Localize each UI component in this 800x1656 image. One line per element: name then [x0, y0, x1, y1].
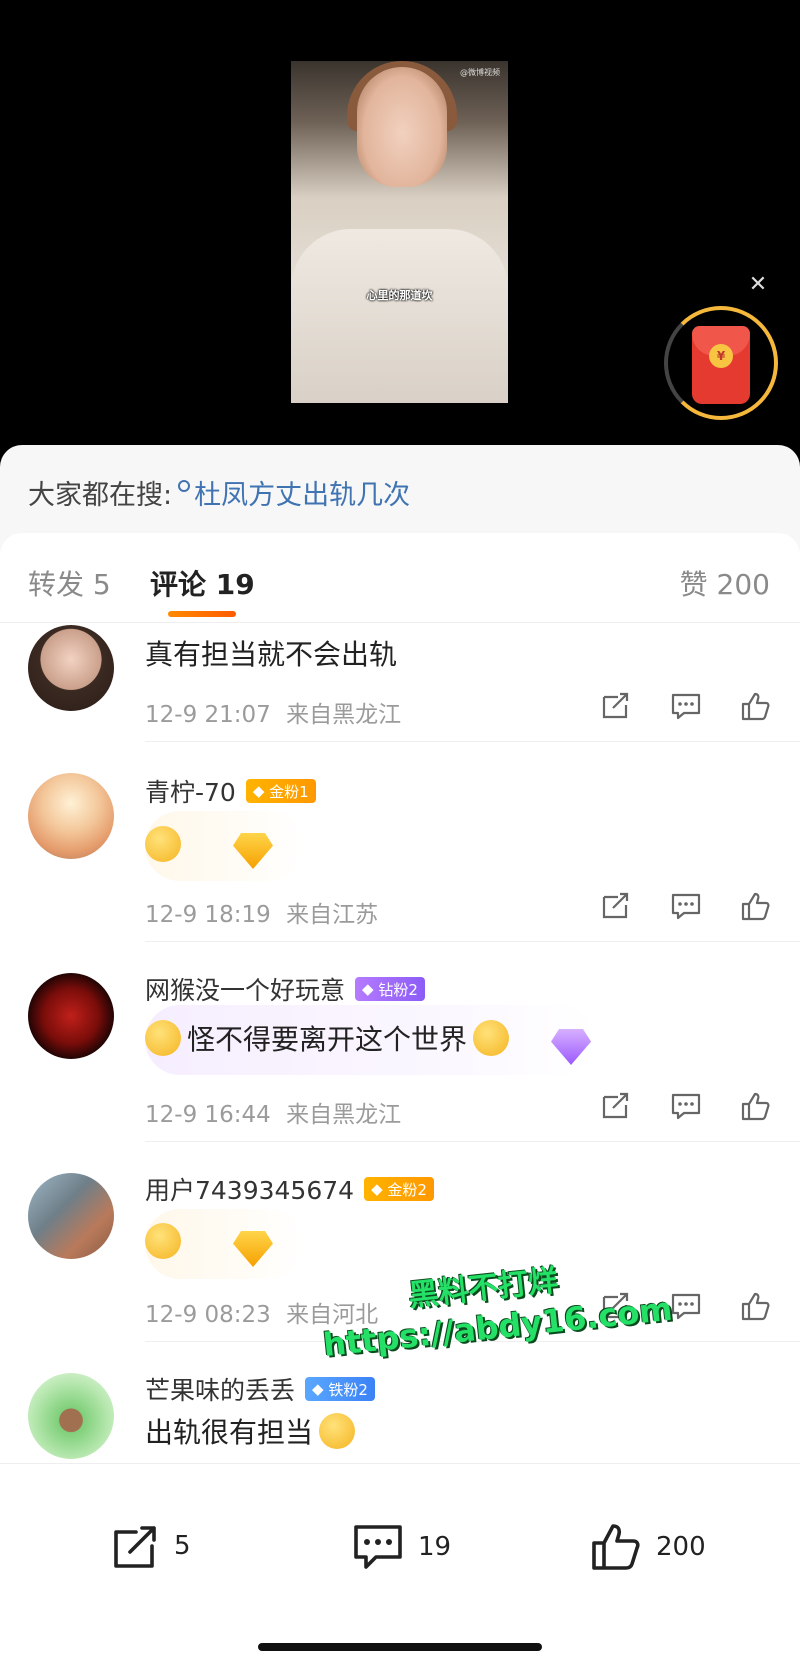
- crying-laugh-emoji-icon: [145, 1223, 181, 1259]
- comment-actions: [600, 1091, 772, 1121]
- fan-badge-label: 钻粉2: [378, 980, 418, 999]
- comment-actions: [600, 691, 772, 721]
- sweat-emoji-icon: [473, 1020, 510, 1056]
- yuan-coin-icon: ¥: [709, 344, 733, 368]
- divider: [145, 741, 800, 742]
- comment-location: 来自黑龙江: [286, 702, 402, 728]
- reply-icon[interactable]: [670, 1091, 702, 1121]
- close-icon[interactable]: ✕: [748, 274, 768, 296]
- avatar[interactable]: [28, 973, 114, 1059]
- comment-location: 来自黑龙江: [286, 1102, 402, 1128]
- fan-badge: ◆ 金粉1: [245, 779, 316, 803]
- comments-panel: 转发 5 评论 19 赞 200 somnambulistsd 真有担当就不会出…: [0, 533, 800, 1656]
- like-count: 200: [656, 1532, 706, 1562]
- repost-icon[interactable]: [600, 891, 632, 921]
- share-icon: [114, 1526, 156, 1568]
- comment-text: 真有担当就不会出轨: [145, 633, 397, 673]
- comment-meta: 12-9 21:07 来自黑龙江: [145, 695, 401, 729]
- comment-sticker: [145, 1215, 273, 1267]
- tab-repost[interactable]: 转发 5: [28, 563, 111, 603]
- repost-icon[interactable]: [600, 1091, 632, 1121]
- comment-time: 12-9 08:23: [145, 1302, 271, 1328]
- fan-badge: ◆ 钻粉2: [355, 977, 425, 1001]
- avatar[interactable]: [28, 1373, 114, 1459]
- comment-sheet: 大家都在搜: 杜凤方丈出轨几次 转发 5 评论 19 赞 200 somnamb…: [0, 445, 800, 1656]
- video-figure-head: [357, 67, 447, 187]
- search-prefix-label: 大家都在搜:: [28, 480, 173, 511]
- comment-time: 12-9 21:07: [145, 702, 271, 728]
- video-figure-body: [291, 229, 508, 403]
- thumbs-up-icon[interactable]: [740, 1291, 772, 1321]
- reply-icon[interactable]: [670, 691, 702, 721]
- avatar[interactable]: [28, 773, 114, 859]
- comment-text: 出轨很有担当: [145, 1411, 356, 1451]
- trending-search-link[interactable]: 杜凤方丈出轨几次: [178, 473, 410, 512]
- comment-time: 12-9 16:44: [145, 1102, 271, 1128]
- repost-icon[interactable]: [600, 691, 632, 721]
- fan-badge: ◆ 铁粉2: [305, 1377, 375, 1401]
- comment-meta: 12-9 16:44 来自黑龙江: [145, 1095, 401, 1129]
- comment-text-content: 怪不得要离开这个世界: [187, 1023, 468, 1056]
- comment-username-row: 青柠-70 ◆ 金粉1: [145, 773, 316, 809]
- thinking-emoji-icon: [145, 826, 181, 862]
- repost-button[interactable]: 5: [110, 1522, 191, 1570]
- red-packet-icon[interactable]: ¥: [692, 326, 750, 404]
- thumbs-up-icon[interactable]: [740, 1091, 772, 1121]
- search-icon: [178, 479, 191, 492]
- comment-button[interactable]: 19: [352, 1522, 451, 1572]
- purple-gem-sticker-icon: [551, 1029, 592, 1065]
- reply-icon[interactable]: [670, 891, 702, 921]
- video-watermark: @微博视频: [460, 68, 500, 77]
- comment-username[interactable]: 青柠-70: [145, 773, 236, 809]
- comment-actions: [600, 891, 772, 921]
- tab-like[interactable]: 赞 200: [680, 563, 770, 603]
- trending-search-bar: 大家都在搜: 杜凤方丈出轨几次: [28, 473, 410, 512]
- bottom-action-bar: 5 19 200: [0, 1463, 800, 1656]
- comment-text: 怪不得要离开这个世界: [145, 1011, 592, 1065]
- fan-badge: ◆ 金粉2: [364, 1177, 434, 1201]
- comment-username-row: 芒果味的丢丢 ◆ 铁粉2: [145, 1371, 375, 1407]
- comment-count: 19: [418, 1532, 452, 1562]
- divider: [145, 1141, 800, 1142]
- comment-sticker: [145, 819, 273, 869]
- video-subtitle: 心里的那道坎: [366, 289, 433, 302]
- thumbs-up-icon[interactable]: [740, 691, 772, 721]
- thumbs-up-icon: [592, 1524, 640, 1570]
- trending-search-query: 杜凤方丈出轨几次: [194, 480, 411, 511]
- comment-location: 来自江苏: [286, 902, 379, 928]
- divider: [145, 941, 800, 942]
- tab-comment[interactable]: 评论 19: [150, 563, 255, 603]
- thumbs-up-icon[interactable]: [740, 891, 772, 921]
- comment-username[interactable]: 网猴没一个好玩意: [145, 971, 345, 1007]
- comment-icon: [354, 1525, 402, 1569]
- fan-badge-label: 金粉2: [387, 1180, 427, 1199]
- comment-text-content: 出轨很有担当: [145, 1416, 314, 1449]
- fan-badge-label: 铁粉2: [328, 1380, 368, 1399]
- gold-gem-sticker-icon: [233, 1231, 273, 1267]
- tab-bar: 转发 5 评论 19 赞 200: [0, 533, 800, 623]
- video-area[interactable]: @微博视频 心里的那道坎 ✕ ¥: [0, 0, 800, 445]
- comment-username-row: 用户7439345674 ◆ 金粉2: [145, 1171, 434, 1207]
- comment-username-row: 网猴没一个好玩意 ◆ 钻粉2: [145, 971, 425, 1007]
- comment-meta: 12-9 18:19 来自江苏: [145, 895, 378, 929]
- active-tab-indicator: [168, 611, 236, 617]
- home-indicator[interactable]: [258, 1643, 542, 1651]
- comment-time: 12-9 18:19: [145, 902, 271, 928]
- comment-username[interactable]: 用户7439345674: [145, 1171, 354, 1207]
- video-thumbnail[interactable]: @微博视频 心里的那道坎: [291, 61, 508, 403]
- laughing-crying-emoji-icon: [319, 1413, 356, 1449]
- like-button[interactable]: 200: [590, 1522, 706, 1572]
- smirk-emoji-icon: [145, 1020, 181, 1056]
- fan-badge-label: 金粉1: [269, 782, 309, 801]
- gold-gem-sticker-icon: [233, 833, 273, 869]
- avatar[interactable]: [28, 1173, 114, 1259]
- avatar[interactable]: [28, 625, 114, 711]
- comment-username[interactable]: 芒果味的丢丢: [145, 1371, 295, 1407]
- reply-icon[interactable]: [670, 1291, 702, 1321]
- repost-count: 5: [174, 1531, 191, 1561]
- comment-text-content: 真有担当就不会出轨: [145, 638, 398, 671]
